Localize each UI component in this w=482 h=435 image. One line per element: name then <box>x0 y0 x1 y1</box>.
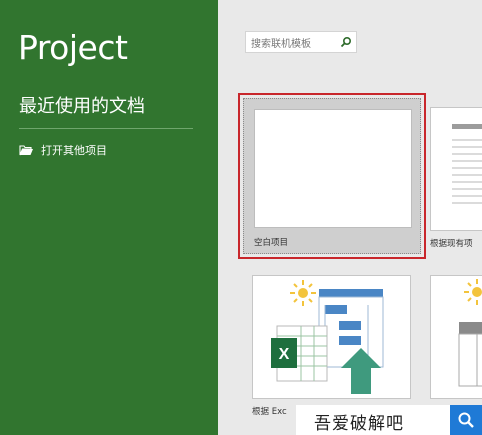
template-label-existing: 根据现有项 <box>430 239 473 249</box>
template-search-input[interactable]: 搜索联机模板 <box>245 31 357 53</box>
sidebar-divider <box>19 128 193 129</box>
template-from-sharepoint[interactable] <box>430 275 482 399</box>
search-placeholder: 搜索联机模板 <box>251 38 311 50</box>
search-icon[interactable] <box>340 36 352 51</box>
recent-documents-heading: 最近使用的文档 <box>19 96 145 117</box>
new-sparkle-icon <box>290 280 316 306</box>
task-list-illustration <box>458 279 482 387</box>
template-label-excel: 根据 Exc <box>252 407 287 417</box>
watermark-banner: 吾爱破解吧 <box>296 405 450 435</box>
open-other-projects-label: 打开其他项目 <box>41 144 107 157</box>
watermark-text: 吾爱破解吧 <box>314 414 404 434</box>
template-gallery: 搜索联机模板 空白项目 根据现有项 X 根据 Exc <box>218 0 482 435</box>
search-icon[interactable] <box>450 405 482 435</box>
template-selection-highlight: 空白项目 <box>243 98 421 254</box>
blank-thumbnail <box>254 109 412 228</box>
folder-open-icon <box>19 144 34 156</box>
app-title: Project <box>18 28 128 67</box>
excel-import-illustration: X <box>271 280 384 394</box>
open-other-projects-link[interactable]: 打开其他项目 <box>19 142 107 158</box>
svg-text:X: X <box>279 346 290 363</box>
template-from-existing[interactable] <box>430 107 482 231</box>
new-sparkle-icon <box>464 279 482 305</box>
template-blank-project[interactable]: 空白项目 <box>238 93 426 259</box>
document-lines-icon <box>452 124 482 204</box>
excel-sheet-icon: X <box>271 325 328 382</box>
template-from-excel[interactable]: X <box>252 275 411 399</box>
template-label-blank: 空白项目 <box>254 238 289 248</box>
gantt-diagram-icon <box>318 289 384 368</box>
backstage-sidebar: Project 最近使用的文档 打开其他项目 <box>0 0 218 435</box>
